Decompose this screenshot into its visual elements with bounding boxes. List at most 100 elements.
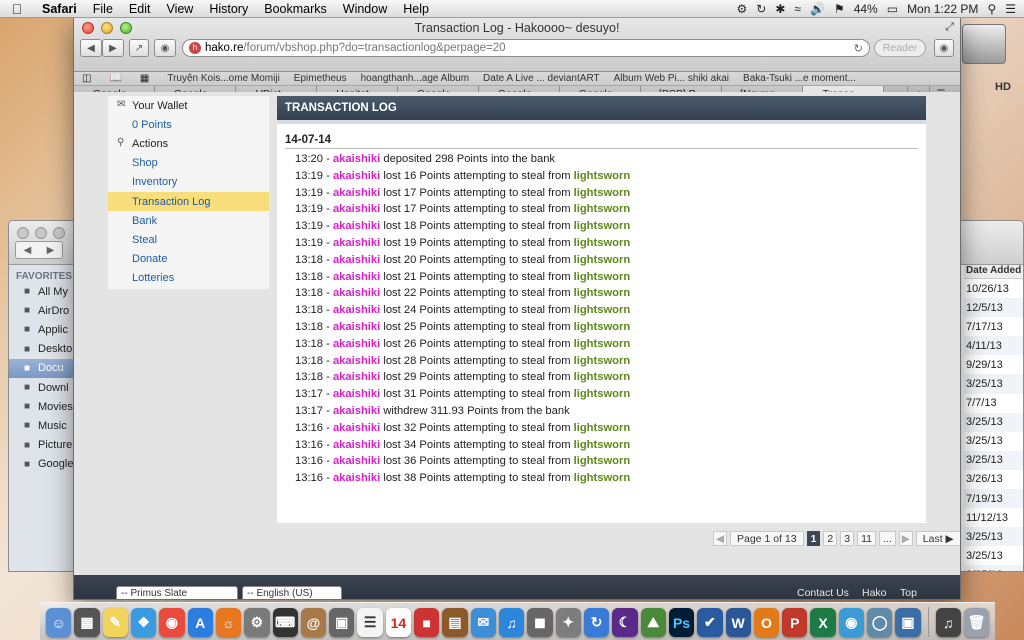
log-target-link[interactable]: lightsworn xyxy=(574,439,631,451)
trash-dock-icon[interactable]: 🗑 xyxy=(963,608,990,637)
back-arrow-icon[interactable]: ◀ xyxy=(24,245,32,256)
pdf-dock-icon[interactable]: ▤ xyxy=(442,608,468,637)
page-link[interactable]: 11 xyxy=(857,531,876,546)
date-added-cell[interactable]: 3/25/13 xyxy=(964,546,1023,565)
volume-icon[interactable]: 🔊 xyxy=(810,2,825,16)
share-button[interactable]: ↗ xyxy=(129,39,149,57)
log-user-link[interactable]: akaishiki xyxy=(333,187,380,199)
photo-app-dock-icon[interactable]: ■ xyxy=(414,608,440,637)
menu-safari[interactable]: Safari xyxy=(34,2,85,16)
zoom-icon[interactable] xyxy=(53,227,65,239)
log-target-link[interactable]: lightsworn xyxy=(574,271,631,283)
last-page-button[interactable]: Last ▶ xyxy=(915,531,960,546)
wifi-icon[interactable]: ≈ xyxy=(794,2,801,16)
finder-sidebar-item[interactable]: ■ Deskto xyxy=(9,340,75,359)
reading-list-icon[interactable]: 📖 xyxy=(109,73,121,84)
bookmark-item[interactable]: Truyện Kois...ome Momiji xyxy=(167,73,279,84)
log-user-link[interactable]: akaishiki xyxy=(333,170,380,182)
safari-dock-icon[interactable]: ❖ xyxy=(130,608,157,637)
log-target-link[interactable]: lightsworn xyxy=(574,338,631,350)
log-target-link[interactable]: lightsworn xyxy=(574,388,631,400)
stickies-dock-icon[interactable]: ✎ xyxy=(102,608,128,637)
vpn-dock-icon[interactable]: ✔ xyxy=(697,608,723,637)
date-added-cell[interactable]: 3/25/13 xyxy=(964,432,1023,451)
shop-nav-steal[interactable]: Steal xyxy=(108,230,269,249)
battery-text[interactable]: 44% xyxy=(854,2,878,16)
footer-link-hako[interactable]: Hako xyxy=(862,587,887,599)
sync-dock-icon[interactable]: ↻ xyxy=(583,608,610,637)
forward-arrow-icon[interactable]: ▶ xyxy=(47,245,55,256)
log-user-link[interactable]: akaishiki xyxy=(333,422,380,434)
date-added-cell[interactable]: 11/12/13 xyxy=(964,508,1023,527)
image-viewer-dock-icon[interactable]: ⛰ xyxy=(640,608,666,637)
itunes-dock-icon[interactable]: ♫ xyxy=(499,608,525,637)
bookmark-item[interactable]: hoangthanh...age Album xyxy=(361,73,469,84)
bookmark-item[interactable]: Date A Live ... deviantART xyxy=(483,73,600,84)
music-folder-dock-icon[interactable]: ♫ xyxy=(935,608,961,637)
log-target-link[interactable]: lightsworn xyxy=(574,220,631,232)
language-chooser-select[interactable]: -- English (US) xyxy=(242,586,342,599)
log-target-link[interactable]: lightsworn xyxy=(574,287,631,299)
shop-nav-shop[interactable]: Shop xyxy=(108,154,269,173)
date-added-header[interactable]: Date Added xyxy=(964,265,1023,279)
network-dock-icon[interactable]: ◉ xyxy=(838,608,865,637)
screen-dock-icon[interactable]: ▣ xyxy=(895,608,921,637)
flag-icon[interactable]: ⚑ xyxy=(834,2,845,16)
log-target-link[interactable]: lightsworn xyxy=(574,355,631,367)
calendar-dock-icon[interactable]: 14 xyxy=(385,608,412,637)
log-user-link[interactable]: akaishiki xyxy=(333,237,380,249)
date-added-cell[interactable]: 4/11/13 xyxy=(964,336,1023,356)
bookmark-item[interactable]: Epimetheus xyxy=(294,73,347,84)
footer-link-top[interactable]: Top xyxy=(900,587,917,599)
address-bar[interactable]: h hako.re /forum/vbshop.php?do=transacti… xyxy=(182,39,870,57)
launchpad-dock-icon[interactable]: ▦ xyxy=(74,608,100,637)
log-user-link[interactable]: akaishiki xyxy=(333,271,380,283)
log-user-link[interactable]: akaishiki xyxy=(333,287,380,299)
scripts-icon[interactable]: ⚙ xyxy=(736,2,747,16)
log-user-link[interactable]: akaishiki xyxy=(333,455,380,467)
apple-menu-icon[interactable]:  xyxy=(0,1,34,17)
log-target-link[interactable]: lightsworn xyxy=(574,187,631,199)
log-target-link[interactable]: lightsworn xyxy=(574,304,631,316)
finder-dock-icon[interactable]: ☺ xyxy=(46,608,72,637)
shop-nav-bank[interactable]: Bank xyxy=(108,211,269,230)
log-target-link[interactable]: lightsworn xyxy=(574,254,631,266)
chrome-dock-icon[interactable]: ◉ xyxy=(159,608,185,637)
finder-nav-buttons[interactable]: ◀ ▶ xyxy=(15,241,63,259)
page-link[interactable]: 1 xyxy=(806,531,821,546)
log-user-link[interactable]: akaishiki xyxy=(333,304,380,316)
back-button[interactable]: ◀ xyxy=(80,39,102,57)
date-added-cell[interactable]: 7/19/13 xyxy=(964,489,1023,509)
log-user-link[interactable]: akaishiki xyxy=(333,371,380,383)
forward-button[interactable]: ▶ xyxy=(102,39,124,57)
log-target-link[interactable]: lightsworn xyxy=(574,371,631,383)
bluetooth-icon[interactable]: ✱ xyxy=(775,2,785,16)
log-user-link[interactable]: akaishiki xyxy=(333,405,380,417)
pager-ellipsis[interactable]: ... xyxy=(879,531,896,546)
finder-sidebar-item[interactable]: ■ Docu xyxy=(9,358,75,378)
prev-page-icon[interactable]: ◀ xyxy=(713,531,727,546)
finder-sidebar-item[interactable]: ■ Downl xyxy=(9,378,75,397)
shop-nav-lotteries[interactable]: Lotteries xyxy=(108,269,269,288)
date-added-cell[interactable]: 3/25/13 xyxy=(964,565,1023,571)
photoshop-dock-icon[interactable]: Ps xyxy=(668,608,695,637)
menu-edit[interactable]: Edit xyxy=(121,2,159,16)
log-user-link[interactable]: akaishiki xyxy=(333,321,380,333)
safari-window[interactable]: Transaction Log - Hakoooo~ desuyo! ⤢ ◀ ▶… xyxy=(73,17,961,600)
finder-sidebar-item[interactable]: ■ Movies xyxy=(9,397,75,416)
log-target-link[interactable]: lightsworn xyxy=(574,237,631,249)
log-target-link[interactable]: lightsworn xyxy=(574,203,631,215)
powerpoint-dock-icon[interactable]: P xyxy=(782,608,808,637)
finder-sidebar-item[interactable]: ■ Picture xyxy=(9,436,75,455)
tools-dock-icon[interactable]: ✦ xyxy=(555,608,581,637)
spotlight-icon[interactable]: ⚲ xyxy=(987,2,996,16)
style-chooser-select[interactable]: -- Primus Slate xyxy=(116,586,238,599)
page-link[interactable]: 3 xyxy=(840,531,855,546)
date-added-cell[interactable]: 12/5/13 xyxy=(964,298,1023,318)
ghostery-button[interactable]: ◉ xyxy=(154,39,176,57)
date-added-cell[interactable]: 3/25/13 xyxy=(964,527,1023,547)
photo-booth-dock-icon[interactable]: ▣ xyxy=(329,608,355,637)
shop-nav-inventory[interactable]: Inventory xyxy=(108,173,269,192)
finder-sidebar-item[interactable]: ■ AirDro xyxy=(9,301,75,320)
date-added-cell[interactable]: 3/25/13 xyxy=(964,374,1023,394)
